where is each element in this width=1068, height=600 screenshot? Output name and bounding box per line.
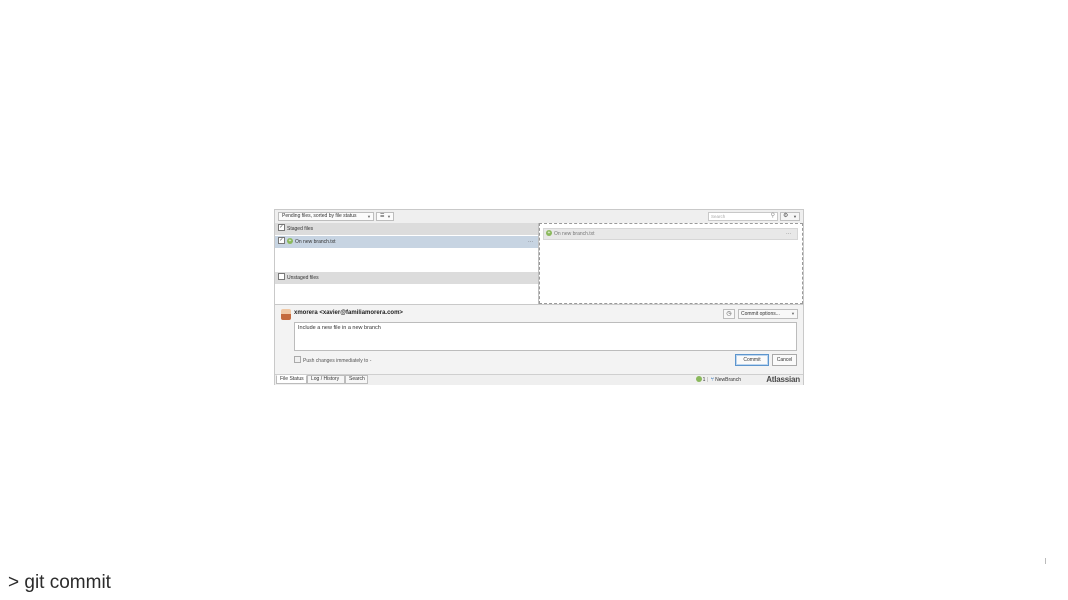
unstaged-checkbox[interactable] <box>278 273 285 281</box>
search-placeholder: Search <box>711 214 726 219</box>
push-checkbox[interactable] <box>294 356 301 363</box>
push-label: Push changes immediately to - <box>303 357 372 364</box>
tab-file-status[interactable]: File Status <box>276 375 307 384</box>
pending-icon <box>695 375 702 382</box>
repo-status: 1 | ⑂NewBranch <box>695 375 741 384</box>
diff-file-name: On new branch.txt <box>554 231 595 237</box>
search-input[interactable]: Search ⚲ <box>708 212 778 221</box>
commit-message-input[interactable]: Include a new file in a new branch <box>294 322 797 351</box>
more-options-button[interactable]: ··· <box>528 236 533 248</box>
staged-file-name: On new branch.txt <box>295 239 336 245</box>
toolbar: Pending files, sorted by file status ▼ ☰… <box>275 210 803 224</box>
unstaged-files-header[interactable]: Unstaged files <box>275 272 538 284</box>
commit-options-select[interactable]: Commit options... ▼ <box>738 309 798 319</box>
commit-panel: xmorera <xavier@familiamorera.com> ◷ Com… <box>275 304 803 375</box>
avatar <box>281 309 291 320</box>
cancel-button[interactable]: Cancel <box>772 354 797 366</box>
branch-name: NewBranch <box>715 377 741 383</box>
list-icon: ☰ <box>380 213 385 219</box>
pending-count: 1 <box>702 377 706 383</box>
chevron-down-icon: ▼ <box>367 214 371 219</box>
added-icon: + <box>287 237 293 244</box>
view-select[interactable]: Pending files, sorted by file status ▼ <box>278 212 374 221</box>
push-option[interactable]: Push changes immediately to - <box>294 356 372 364</box>
staged-file-row[interactable]: ✓ + On new branch.txt ··· <box>275 236 538 248</box>
history-button[interactable]: ◷ <box>723 309 735 319</box>
diff-more-button[interactable]: ··· <box>786 229 791 239</box>
staged-checkbox[interactable]: ✓ <box>278 224 285 232</box>
commit-options-label: Commit options... <box>741 311 780 317</box>
added-icon: + <box>546 229 552 236</box>
status-bar: File Status Log / History Search 1 | ⑂Ne… <box>275 374 803 385</box>
tab-log-history[interactable]: Log / History <box>307 375 345 384</box>
slide-caption: > git commit <box>8 572 111 593</box>
commit-button[interactable]: Commit <box>735 354 769 366</box>
gear-icon: ⚙ <box>783 213 789 219</box>
unstaged-files-label: Unstaged files <box>287 275 319 281</box>
slide-marker <box>1045 558 1046 564</box>
diff-file-header: + On new branch.txt ··· <box>543 228 798 240</box>
atlassian-logo: Atlassian <box>766 375 800 384</box>
sourcetree-window: Pending files, sorted by file status ▼ ☰… <box>274 209 804 385</box>
branch-icon: ⑂ <box>710 377 715 383</box>
view-select-label: Pending files, sorted by file status <box>282 213 357 219</box>
tab-search[interactable]: Search <box>345 375 368 384</box>
chevron-down-icon: ▼ <box>793 214 797 219</box>
search-icon: ⚲ <box>770 213 775 219</box>
file-list-pane: ✓ Staged files ✓ + On new branch.txt ··· Un… <box>275 223 539 304</box>
chevron-down-icon: ▼ <box>387 214 391 219</box>
list-mode-button[interactable]: ☰ ▼ <box>376 212 394 221</box>
author-label: xmorera <xavier@familiamorera.com> <box>294 310 403 316</box>
settings-button[interactable]: ⚙ ▼ <box>780 212 800 221</box>
chevron-down-icon: ▼ <box>791 311 795 316</box>
clock-icon: ◷ <box>726 311 732 317</box>
staged-files-header[interactable]: ✓ Staged files <box>275 223 538 235</box>
diff-pane: + On new branch.txt ··· <box>539 223 803 304</box>
staged-files-label: Staged files <box>287 226 314 232</box>
file-checkbox[interactable]: ✓ <box>278 237 285 245</box>
